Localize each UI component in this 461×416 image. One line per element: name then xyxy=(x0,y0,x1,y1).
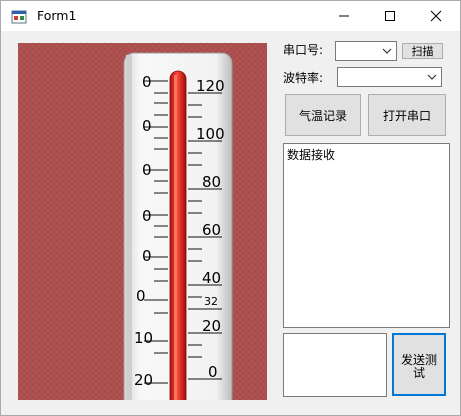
scale-label-0: 0 xyxy=(208,363,218,381)
baud-combobox[interactable] xyxy=(337,67,442,87)
scale-label-80: 80 xyxy=(202,173,221,191)
send-textbox[interactable] xyxy=(283,333,387,397)
scale-label-20: 20 xyxy=(202,317,221,335)
baud-label: 波特率: xyxy=(283,71,324,85)
scale-label-32: 32 xyxy=(204,295,218,308)
minimize-button[interactable] xyxy=(321,1,367,31)
minimize-icon xyxy=(339,15,349,17)
scale-label-left-20: 20 xyxy=(134,371,153,389)
maximize-button[interactable] xyxy=(367,1,413,31)
scale-label-left-6: 0 xyxy=(136,287,146,305)
send-test-label: 发送测试 xyxy=(400,352,437,380)
maximize-icon xyxy=(385,11,395,21)
app-icon xyxy=(11,10,27,24)
form-client-area: 120 100 80 60 40 32 20 0 0 0 0 0 0 0 10 … xyxy=(1,31,460,415)
chevron-down-icon xyxy=(382,48,392,54)
form-window: Form1 120 100 80 60 40 32 20 0 0 0 0 0 0… xyxy=(0,0,461,416)
thermometer-picture: 120 100 80 60 40 32 20 0 0 0 0 0 0 0 10 … xyxy=(18,43,267,400)
scale-label-left-5: 0 xyxy=(142,247,152,265)
scale-label-left-4: 0 xyxy=(142,207,152,225)
scale-label-120: 120 xyxy=(196,77,225,95)
scan-button[interactable]: 扫描 xyxy=(402,43,443,59)
close-icon xyxy=(430,10,442,22)
receive-textbox[interactable]: 数据接收 xyxy=(283,143,450,328)
window-title: Form1 xyxy=(37,8,77,23)
temperature-record-button[interactable]: 气温记录 xyxy=(285,94,361,136)
thermometer-image: 120 100 80 60 40 32 20 0 0 0 0 0 0 0 10 … xyxy=(18,43,267,400)
scale-label-left-10: 10 xyxy=(134,329,153,347)
scale-label-left-1: 0 xyxy=(142,73,152,91)
port-combobox[interactable] xyxy=(335,41,397,61)
scale-label-60: 60 xyxy=(202,221,221,239)
send-test-button[interactable]: 发送测试 xyxy=(392,333,446,396)
scale-label-left-3: 0 xyxy=(142,161,152,179)
close-button[interactable] xyxy=(413,1,459,31)
title-bar[interactable]: Form1 xyxy=(1,1,460,31)
scale-label-40: 40 xyxy=(202,269,221,287)
scale-label-100: 100 xyxy=(196,125,225,143)
chevron-down-icon xyxy=(427,74,437,80)
scale-label-left-2: 0 xyxy=(142,117,152,135)
open-port-button[interactable]: 打开串口 xyxy=(368,94,446,136)
port-label: 串口号: xyxy=(283,43,324,57)
